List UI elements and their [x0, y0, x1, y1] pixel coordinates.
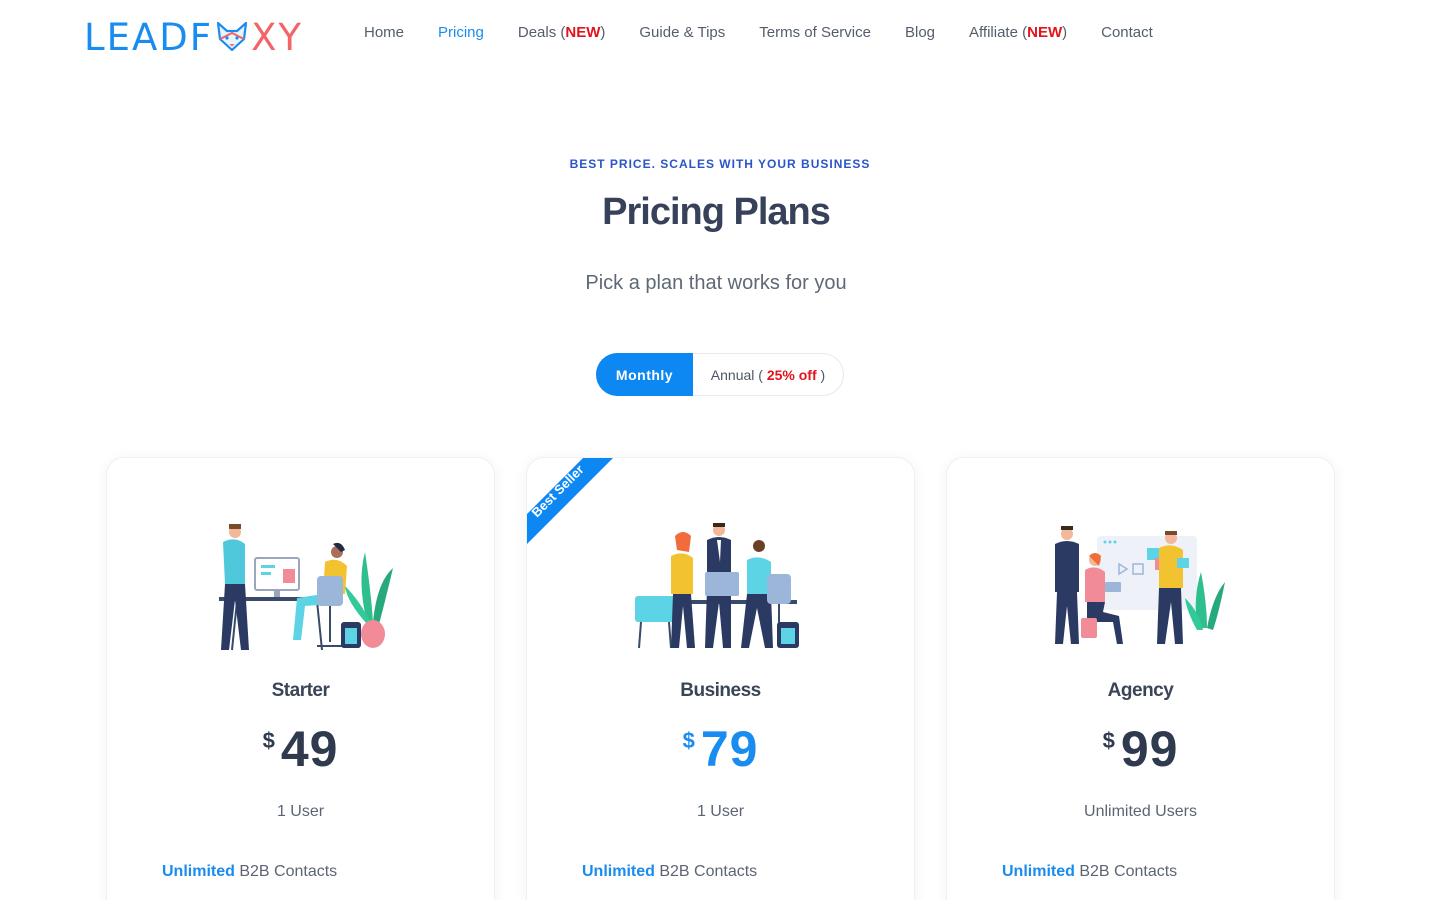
annual-discount: 25% off [766, 366, 817, 383]
nav-contact[interactable]: Contact [1101, 24, 1153, 41]
logo-text-right: XY [251, 15, 304, 59]
plan-name: Agency [1107, 680, 1174, 701]
currency-symbol: $ [682, 728, 695, 753]
nav-blog[interactable]: Blog [905, 24, 935, 41]
plan-name: Starter [271, 680, 330, 701]
price-amount: 99 [1120, 721, 1179, 777]
best-seller-ribbon: Best Seller [527, 458, 613, 544]
main-nav: Home Pricing Deals (NEW) Guide & Tips Te… [364, 24, 1153, 41]
plan-price: $ 99 [947, 720, 1334, 778]
plan-name: Business [680, 680, 761, 701]
page-title: Pricing Plans [602, 191, 831, 233]
plan-feature: Unlimited B2B Contacts [162, 863, 338, 880]
plan-price: $ 49 [107, 720, 494, 778]
plan-users: 1 User [276, 803, 325, 820]
plan-users: 1 User [696, 803, 745, 820]
plan-feature: Unlimited B2B Contacts [582, 863, 758, 880]
currency-symbol: $ [1102, 728, 1115, 753]
leadfoxy-logo[interactable]: LEADF XY [84, 15, 304, 59]
nav-home[interactable]: Home [364, 24, 404, 41]
nav-pricing[interactable]: Pricing [438, 24, 484, 41]
logo-text-left: LEADF [84, 15, 214, 59]
pricing-eyebrow: BEST PRICE. SCALES WITH YOUR BUSINESS [569, 157, 871, 171]
plan-price: $ 79 [527, 720, 914, 778]
new-badge: NEW [1027, 24, 1063, 41]
monthly-option[interactable]: Monthly [596, 353, 693, 396]
price-amount: 49 [280, 721, 339, 777]
annual-option[interactable]: Annual ( 25% off ) [693, 367, 843, 383]
plan-card-starter: Starter $ 49 1 User Unlimited B2B Contac… [106, 457, 495, 900]
plan-card-agency: Agency $ 99 Unlimited Users Unlimited B2… [946, 457, 1335, 900]
page-subtitle: Pick a plan that works for you [585, 272, 847, 294]
new-badge: NEW [565, 24, 601, 41]
site-header: LEADF XY Home Pricing Deals (NEW) Guide … [0, 0, 1440, 72]
plan-users: Unlimited Users [1084, 803, 1197, 820]
team-desk-illustration-icon [219, 524, 393, 651]
nav-terms-of-service[interactable]: Terms of Service [759, 24, 871, 41]
plan-feature: Unlimited B2B Contacts [1002, 863, 1178, 880]
nav-affiliate[interactable]: Affiliate (NEW) [969, 24, 1067, 41]
plan-card-business: Best Seller Business $ 79 1 User Unlimit… [526, 457, 915, 900]
currency-symbol: $ [262, 728, 275, 753]
billing-toggle: Monthly Annual ( 25% off ) [596, 353, 844, 396]
fox-logo-icon [216, 21, 248, 52]
agency-team-illustration-icon [1055, 526, 1225, 644]
business-team-illustration-icon [635, 523, 799, 649]
price-amount: 79 [700, 721, 759, 777]
nav-deals[interactable]: Deals (NEW) [518, 24, 606, 41]
nav-guide-tips[interactable]: Guide & Tips [639, 24, 725, 41]
